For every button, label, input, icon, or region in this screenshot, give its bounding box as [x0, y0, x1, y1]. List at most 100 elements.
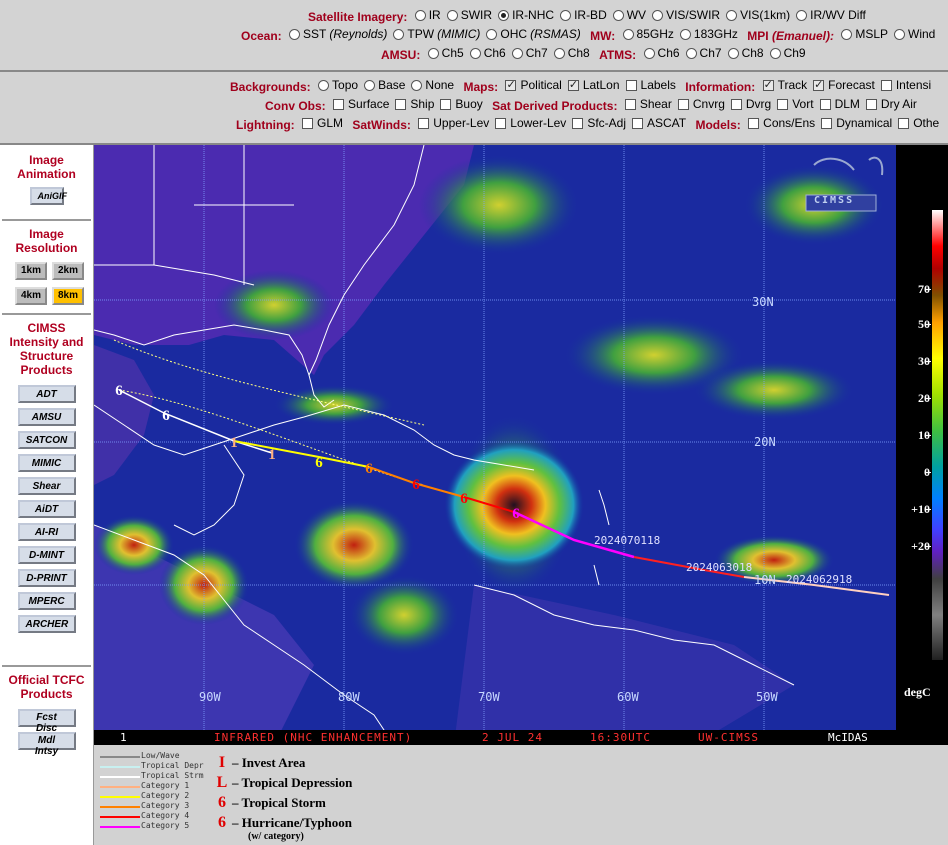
ship-option[interactable]: Ship	[395, 97, 434, 111]
checkbox[interactable]	[572, 117, 584, 129]
checkbox[interactable]	[440, 98, 452, 110]
radio-button[interactable]	[411, 79, 423, 91]
dynamical-option[interactable]: Dynamical	[821, 116, 892, 130]
checkbox[interactable]	[567, 78, 579, 92]
checkbox[interactable]	[777, 98, 789, 110]
ch8-option[interactable]: Ch8	[553, 46, 590, 60]
radio-button[interactable]	[612, 9, 624, 21]
checkbox[interactable]	[762, 78, 774, 92]
radio-button[interactable]	[318, 79, 330, 91]
checkbox[interactable]	[813, 78, 825, 92]
radio-button[interactable]	[469, 47, 481, 59]
checkbox[interactable]	[880, 79, 892, 91]
radio-button[interactable]	[685, 47, 697, 59]
archer-product-button[interactable]: ARCHER	[17, 615, 76, 633]
radio-button[interactable]	[726, 9, 738, 21]
dry-air-option[interactable]: Dry Air	[865, 97, 917, 111]
checkbox[interactable]	[819, 98, 831, 110]
tpw-option[interactable]: TPW (MIMIC)	[393, 27, 480, 41]
radio-button[interactable]	[622, 28, 634, 40]
intensi-option[interactable]: Intensi	[880, 78, 931, 92]
mslp-option[interactable]: MSLP	[841, 27, 888, 41]
d-print-product-button[interactable]: D-PRINT	[17, 569, 76, 587]
swir-option[interactable]: SWIR	[446, 8, 492, 22]
surface-option[interactable]: Surface	[333, 97, 389, 111]
satellite-map[interactable]: 6 6 1 1 6 6 6 6 6 30N 20N 10N 90W 80W 70…	[94, 145, 896, 745]
vis-swir-option[interactable]: VIS/SWIR	[652, 8, 720, 22]
radio-button[interactable]	[511, 47, 523, 59]
183ghz-option[interactable]: 183GHz	[679, 27, 738, 41]
checkbox[interactable]	[748, 117, 760, 129]
othe-option[interactable]: Othe	[898, 116, 939, 130]
sfc-adj-option[interactable]: Sfc-Adj	[572, 116, 626, 130]
ch5-option[interactable]: Ch5	[427, 46, 464, 60]
adt-product-button[interactable]: ADT	[17, 385, 76, 403]
radio-button[interactable]	[894, 28, 906, 40]
base-option[interactable]: Base	[364, 78, 405, 92]
ascat-option[interactable]: ASCAT	[632, 116, 686, 130]
radio-button[interactable]	[769, 47, 781, 59]
none-option[interactable]: None	[411, 78, 454, 92]
radio-button[interactable]	[652, 9, 664, 21]
radio-button[interactable]	[727, 47, 739, 59]
checkbox[interactable]	[418, 117, 430, 129]
radio-button[interactable]	[427, 47, 439, 59]
satcon-product-button[interactable]: SATCON	[17, 431, 76, 449]
radio-button[interactable]	[393, 28, 405, 40]
cons-ens-option[interactable]: Cons/Ens	[748, 116, 815, 130]
fcst-disc-button[interactable]: Fcst Disc	[17, 709, 76, 734]
mimic-product-button[interactable]: MIMIC	[17, 454, 76, 472]
labels-option[interactable]: Labels	[625, 78, 676, 92]
anigif-button[interactable]: AniGIF	[29, 187, 67, 205]
checkbox[interactable]	[495, 117, 507, 129]
forecast-option[interactable]: Forecast	[813, 78, 875, 92]
ir-wv-diff-option[interactable]: IR/WV Diff	[796, 8, 866, 22]
radio-button[interactable]	[553, 47, 565, 59]
checkbox[interactable]	[677, 98, 689, 110]
radio-button[interactable]	[289, 28, 301, 40]
checkbox[interactable]	[632, 117, 643, 129]
checkbox[interactable]	[898, 117, 910, 129]
checkbox[interactable]	[730, 98, 742, 110]
ch6-option[interactable]: Ch6	[469, 46, 506, 60]
buoy-option[interactable]: Buoy	[440, 97, 483, 111]
radio-button[interactable]	[841, 28, 853, 40]
checkbox[interactable]	[624, 98, 636, 110]
res-8km-button[interactable]: 8km	[52, 287, 84, 305]
ir-nhc-option[interactable]: IR-NHC	[498, 8, 554, 22]
radio-button[interactable]	[796, 9, 808, 21]
res-4km-button[interactable]: 4km	[15, 287, 47, 305]
res-1km-button[interactable]: 1km	[15, 262, 47, 280]
ohc-option[interactable]: OHC (RSMAS)	[486, 27, 581, 41]
85ghz-option[interactable]: 85GHz	[622, 27, 674, 41]
radio-button[interactable]	[498, 9, 510, 21]
radio-button[interactable]	[364, 79, 376, 91]
ir-option[interactable]: IR	[414, 8, 441, 22]
track-option[interactable]: Track	[762, 78, 807, 92]
res-2km-button[interactable]: 2km	[52, 262, 84, 280]
shear-product-button[interactable]: Shear	[17, 477, 76, 495]
checkbox[interactable]	[395, 98, 407, 110]
political-option[interactable]: Political	[505, 78, 562, 92]
radio-button[interactable]	[560, 9, 572, 21]
ch8-option[interactable]: Ch8	[727, 46, 764, 60]
upper-lev-option[interactable]: Upper-Lev	[418, 116, 489, 130]
ch7-option[interactable]: Ch7	[511, 46, 548, 60]
sst-option[interactable]: SST (Reynolds)	[289, 27, 387, 41]
shear-option[interactable]: Shear	[624, 97, 672, 111]
checkbox[interactable]	[301, 117, 313, 129]
wv-option[interactable]: WV	[612, 8, 646, 22]
ch6-option[interactable]: Ch6	[643, 46, 680, 60]
ir-bd-option[interactable]: IR-BD	[560, 8, 607, 22]
topo-option[interactable]: Topo	[318, 78, 358, 92]
amsu-product-button[interactable]: AMSU	[17, 408, 76, 426]
vort-option[interactable]: Vort	[777, 97, 814, 111]
mdl-intsy-button[interactable]: Mdl Intsy	[17, 732, 76, 757]
dvrg-option[interactable]: Dvrg	[730, 97, 771, 111]
glm-option[interactable]: GLM	[301, 116, 343, 130]
cnvrg-option[interactable]: Cnvrg	[677, 97, 725, 111]
vis-1km-option[interactable]: VIS(1km)	[726, 8, 790, 22]
dlm-option[interactable]: DLM	[819, 97, 860, 111]
mperc-product-button[interactable]: MPERC	[17, 592, 76, 610]
checkbox[interactable]	[333, 98, 345, 110]
